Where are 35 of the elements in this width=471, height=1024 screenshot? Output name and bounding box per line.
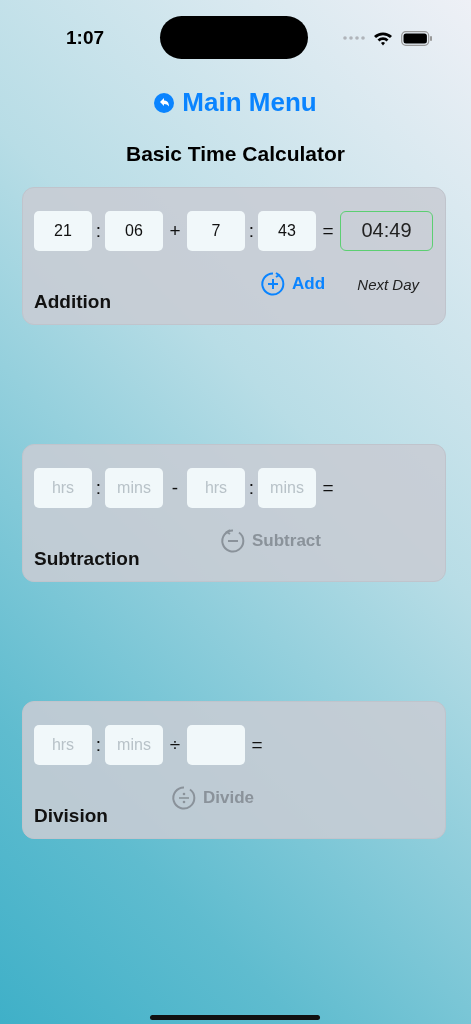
input-field[interactable]: mins: [105, 724, 163, 765]
input-field[interactable]: mins: [105, 467, 163, 508]
result-field: 04:49: [340, 210, 433, 251]
input-field[interactable]: 21: [34, 210, 92, 251]
input-field[interactable]: 7: [187, 210, 245, 251]
input-field[interactable]: [187, 724, 245, 765]
plus-circle-icon: [260, 271, 286, 297]
input-field[interactable]: 06: [105, 210, 163, 251]
input-field[interactable]: hrs: [34, 467, 92, 508]
input-field[interactable]: hrs: [34, 724, 92, 765]
page-title: Basic Time Calculator: [125, 142, 345, 166]
battery-icon: [401, 30, 433, 46]
wifi-icon: [373, 30, 393, 46]
input-field[interactable]: mins: [258, 467, 316, 508]
minus-circle-icon: [220, 528, 246, 554]
input-field[interactable]: 43: [258, 210, 316, 251]
operator-symbol: -: [170, 476, 180, 499]
operator-symbol: =: [250, 733, 264, 756]
card-label: Addition: [34, 291, 113, 313]
note-text: Next Day: [357, 275, 419, 293]
divide-circle-icon: [171, 785, 197, 811]
operator-symbol: ÷: [168, 733, 182, 756]
operator-symbol: :: [94, 476, 103, 499]
card-label: Division: [34, 805, 109, 827]
operator-symbol: :: [94, 219, 103, 242]
operator-symbol: :: [247, 476, 256, 499]
card-label: Subtraction: [34, 548, 141, 570]
operator-symbol: :: [247, 219, 256, 242]
operator-symbol: :: [94, 733, 103, 756]
signal-icon: [343, 36, 365, 40]
input-field[interactable]: hrs: [187, 467, 245, 508]
operator-symbol: =: [321, 476, 335, 499]
operator-symbol: +: [168, 219, 182, 242]
status-time: 1:07: [66, 27, 105, 49]
operator-symbol: =: [321, 219, 335, 242]
